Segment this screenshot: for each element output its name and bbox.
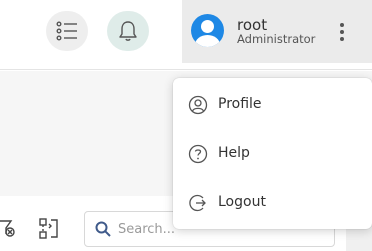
menu-item-label: Logout <box>218 194 266 210</box>
more-vertical-icon[interactable] <box>334 20 350 44</box>
menu-item-profile[interactable]: Profile <box>173 82 372 126</box>
user-menu-toggle[interactable]: root Administrator <box>182 0 372 63</box>
menu-item-label: Profile <box>218 96 262 112</box>
list-icon <box>56 21 77 41</box>
user-avatar-icon <box>191 14 224 47</box>
search-icon <box>95 221 111 237</box>
menu-item-logout[interactable]: Logout <box>173 180 372 224</box>
top-bar: root Administrator <box>0 0 372 70</box>
bell-icon <box>119 21 137 41</box>
filter-clear-icon[interactable] <box>0 218 16 238</box>
notifications-button[interactable] <box>107 11 149 51</box>
user-dropdown-menu: Profile Help Logout <box>173 78 372 229</box>
menu-item-help[interactable]: Help <box>173 131 372 175</box>
switch-layout-icon[interactable] <box>39 218 61 240</box>
logout-icon <box>189 194 206 212</box>
menu-item-label: Help <box>218 145 250 161</box>
user-role: Administrator <box>237 32 316 46</box>
list-button[interactable] <box>46 11 88 51</box>
help-circle-icon <box>188 144 208 164</box>
user-circle-icon <box>188 95 208 115</box>
